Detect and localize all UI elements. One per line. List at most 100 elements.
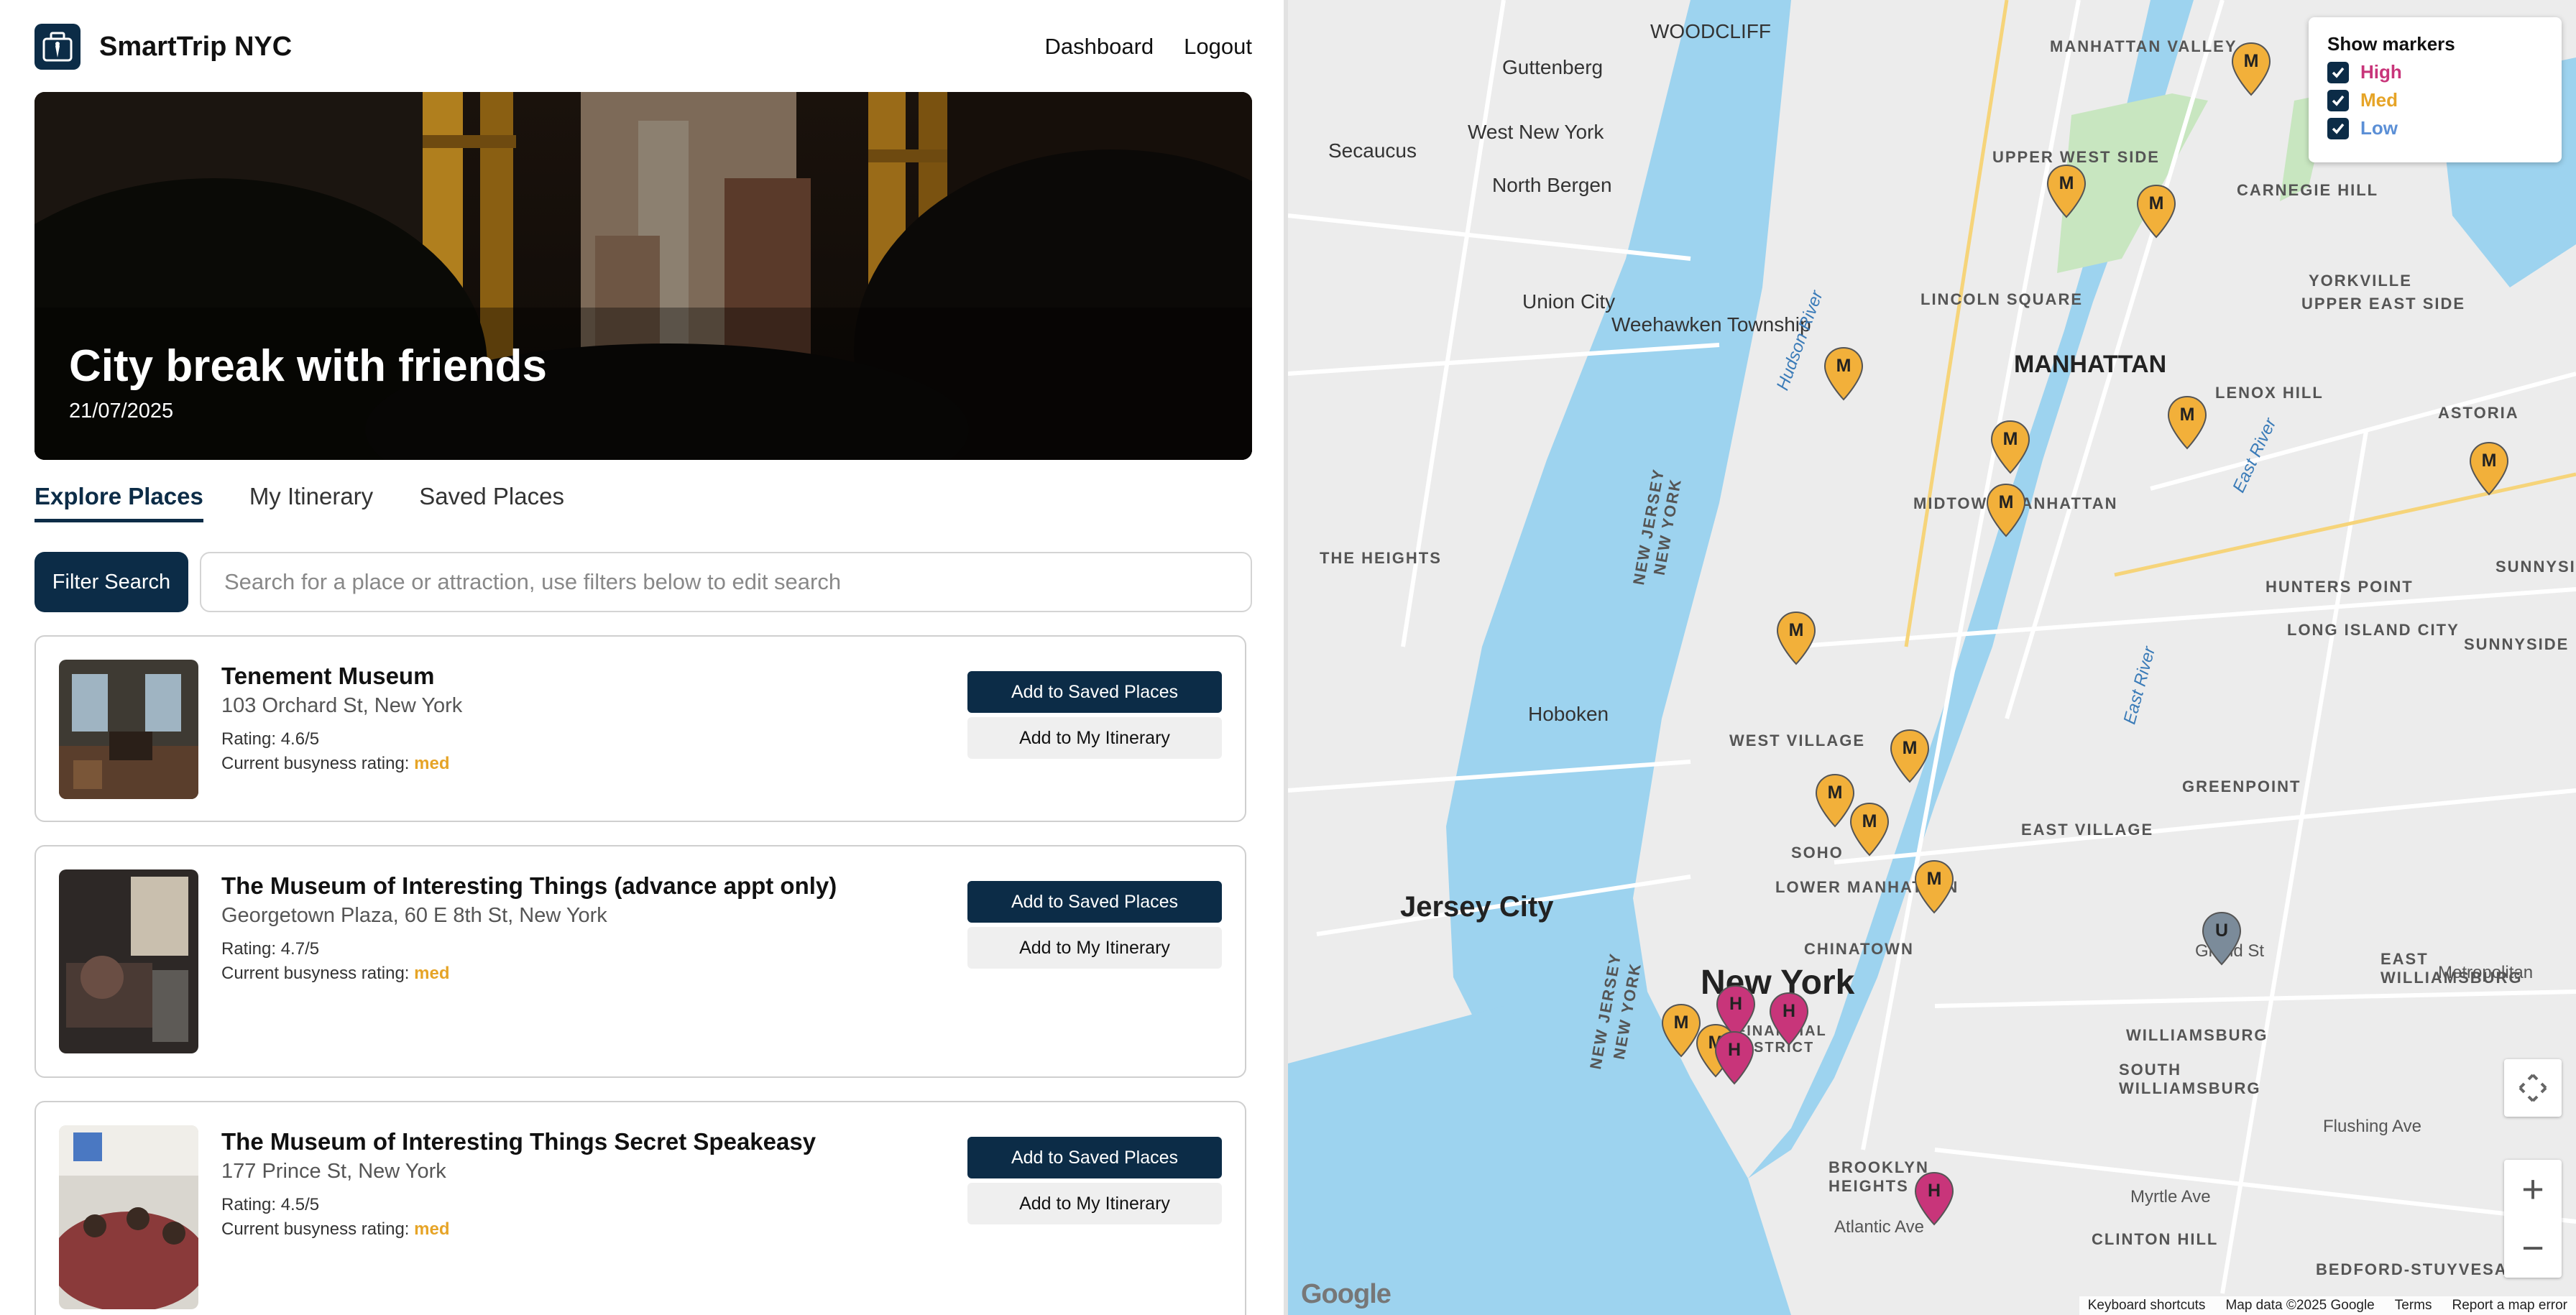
tab-bar: Explore Places My Itinerary Saved Places [34,483,564,522]
zoom-in-button[interactable]: + [2504,1160,2562,1219]
brand-name: SmartTrip NYC [99,31,293,62]
report-error-link[interactable]: Report a map error [2452,1298,2567,1314]
map-label: THE HEIGHTS [1320,549,1442,567]
place-card: The Museum of Interesting Things (advanc… [34,845,1246,1078]
map-label: YORKVILLE [2309,272,2412,290]
zoom-out-button[interactable]: − [2504,1219,2562,1278]
legend-label-high: High [2360,61,2402,83]
marker-label: M [1862,811,1877,831]
legend-row-high[interactable]: High [2327,61,2543,83]
map-label: CLINTON HILL [2092,1230,2219,1248]
busyness-value: med [414,964,450,983]
map-marker-high[interactable]: H [1768,992,1810,1046]
search-input[interactable] [200,552,1252,612]
marker-label: M [1836,356,1852,376]
place-photo [59,869,198,1053]
add-to-saved-button[interactable]: Add to Saved Places [967,881,1222,923]
marker-label: M [2058,173,2074,193]
map-label: HUNTERS POINT [2266,578,2414,596]
place-photo [59,1125,198,1309]
keyboard-shortcuts-link[interactable]: Keyboard shortcuts [2088,1298,2206,1314]
map-label: LENOX HILL [2215,384,2324,402]
map-view[interactable]: WOODCLIFF Guttenberg West New York Secau… [1288,0,2576,1315]
map-label: WILLIAMSBURG [2126,1026,2268,1044]
legend-label-low: Low [2360,117,2398,139]
map-marker-med[interactable]: M [2166,395,2208,450]
hero-banner: City break with friends 21/07/2025 [34,92,1252,460]
map-marker-med[interactable]: M [1985,483,2027,537]
marker-label: M [1827,783,1843,803]
map-label: SOUTH WILLIAMSBURG [2119,1061,2261,1097]
trip-title: City break with friends [69,341,547,391]
dashboard-link[interactable]: Dashboard [1045,34,1154,60]
tab-explore-places[interactable]: Explore Places [34,483,203,522]
map-label: CHINATOWN [1804,940,1914,958]
marker-label: H [1782,1001,1796,1021]
map-marker-low[interactable]: U [2201,911,2242,966]
place-name: The Museum of Interesting Things Secret … [221,1128,816,1155]
add-to-saved-button[interactable]: Add to Saved Places [967,671,1222,713]
med-checkbox[interactable] [2327,89,2349,111]
left-panel: SmartTrip NYC Dashboard Logout City brea… [0,0,1284,1315]
map-label: UPPER EAST SIDE [2301,295,2466,313]
suitcase-logo-icon [34,24,80,70]
map-label: SUNNYSIDE GARDENS [2496,558,2576,576]
marker-label: H [1729,994,1743,1014]
map-label: ASTORIA [2438,404,2519,422]
map-label: MANHATTAN VALLEY [2050,37,2237,55]
map-marker-med[interactable]: M [1913,859,1955,914]
map-marker-med[interactable]: M [2468,441,2510,496]
marker-label: M [1926,869,1942,889]
place-rating: Rating: 4.5/5 [221,1195,320,1214]
tab-saved-places[interactable]: Saved Places [419,483,564,522]
legend-row-low[interactable]: Low [2327,117,2543,139]
place-rating: Rating: 4.7/5 [221,939,320,959]
map-marker-med[interactable]: M [1849,802,1890,857]
map-label: Metropolitan [2438,963,2534,982]
place-address: 177 Prince St, New York [221,1160,446,1183]
minus-icon: − [2521,1227,2544,1270]
busyness-label: Current busyness rating: [221,754,410,773]
map-marker-med[interactable]: M [1775,611,1817,665]
add-to-saved-button[interactable]: Add to Saved Places [967,1137,1222,1178]
place-address: Georgetown Plaza, 60 E 8th St, New York [221,904,607,927]
place-card: The Museum of Interesting Things Secret … [34,1101,1246,1315]
map-marker-med[interactable]: M [1823,346,1864,401]
low-checkbox[interactable] [2327,117,2349,139]
place-info: The Museum of Interesting Things Secret … [221,1128,816,1240]
high-checkbox[interactable] [2327,61,2349,83]
map-label: BEDFORD-STUYVESANT [2316,1260,2532,1278]
filter-search-button[interactable]: Filter Search [34,552,188,612]
map-marker-med[interactable]: M [1990,420,2031,474]
check-icon [2332,67,2345,78]
place-busyness: Current busyness rating: med [221,964,837,984]
map-marker-high[interactable]: H [1714,1030,1755,1085]
place-photo [59,660,198,799]
marker-label: H [1727,1040,1742,1060]
fullscreen-button[interactable] [2504,1059,2562,1117]
tab-my-itinerary[interactable]: My Itinerary [249,483,373,522]
map-marker-med[interactable]: M [2135,184,2177,239]
busyness-value: med [414,754,450,773]
marker-label: M [1902,738,1918,758]
trip-date: 21/07/2025 [69,400,174,423]
marker-label: M [2481,451,2497,471]
map-label: Guttenberg [1502,56,1604,78]
hero-background-image [34,92,1252,460]
legend-row-med[interactable]: Med [2327,89,2543,111]
map-footer: Keyboard shortcuts Map data ©2025 Google… [2079,1296,2576,1315]
add-to-itinerary-button[interactable]: Add to My Itinerary [967,927,1222,969]
search-row: Filter Search [34,552,1252,612]
map-marker-med[interactable]: M [2230,42,2272,96]
map-marker-med[interactable]: M [1889,729,1931,783]
check-icon [2332,95,2345,106]
terms-link[interactable]: Terms [2395,1298,2432,1314]
add-to-itinerary-button[interactable]: Add to My Itinerary [967,1183,1222,1224]
logout-link[interactable]: Logout [1184,34,1252,60]
busyness-value: med [414,1219,450,1239]
add-to-itinerary-button[interactable]: Add to My Itinerary [967,717,1222,759]
map-marker-high[interactable]: H [1913,1171,1955,1226]
marker-label: H [1927,1181,1941,1201]
map-label: EAST VILLAGE [2021,821,2154,839]
map-marker-med[interactable]: M [2046,164,2087,218]
